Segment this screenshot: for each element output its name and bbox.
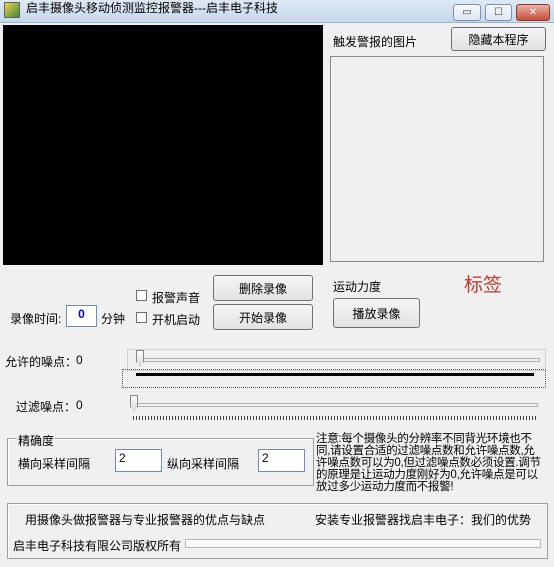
comparison-link[interactable]: 用摄像头做报警器与专业报警器的优点与缺点 — [25, 511, 265, 528]
window-title: 启丰摄像头移动侦测监控报警器---启丰电子科技 — [26, 1, 278, 15]
motion-strength-label: 运动力度 — [333, 280, 382, 294]
record-time-label: 录像时间: — [10, 312, 62, 326]
status-progress-bar — [185, 539, 541, 548]
vertical-sampling-label: 纵向采样间隔 — [167, 457, 240, 471]
close-icon: ✕ — [528, 7, 538, 18]
filter-noise-thumb[interactable] — [130, 395, 138, 411]
delete-recording-button[interactable]: 删除录像 — [213, 275, 313, 301]
alarm-picture-label: 触发警报的图片 — [333, 35, 418, 49]
allowed-noise-label: 允许的噪点： — [5, 355, 78, 369]
allowed-noise-track — [137, 358, 540, 362]
motion-level-bar-frame — [122, 369, 546, 388]
record-time-input[interactable]: 0 — [66, 305, 97, 327]
filter-noise-ticks — [133, 416, 537, 420]
autostart-checkbox[interactable] — [136, 312, 147, 323]
alarm-sound-checkbox[interactable] — [136, 290, 147, 301]
filter-noise-value: 0 — [76, 398, 83, 412]
camera-preview — [3, 25, 323, 265]
autostart-label: 开机启动 — [152, 313, 201, 327]
maximize-button[interactable]: ☐ — [485, 4, 512, 21]
usage-note: 注意:每个摄像头的分辨率不同背光环境也不同,请设置合适的过滤噪点数和允许噪点数,… — [316, 433, 541, 493]
maximize-icon: ☐ — [494, 7, 503, 18]
advantages-link[interactable]: 安装专业报警器找启丰电子：我们的优势 — [315, 511, 531, 528]
precision-group-label: 精确度 — [17, 432, 56, 449]
record-time-unit: 分钟 — [101, 312, 126, 326]
hide-program-button[interactable]: 隐藏本程序 — [451, 27, 546, 51]
copyright-text: 启丰电子科技有限公司版权所有 — [13, 539, 182, 553]
vertical-sampling-input[interactable]: 2 — [258, 449, 305, 472]
filter-noise-label: 过滤噪点： — [16, 400, 77, 414]
filter-noise-track — [131, 403, 538, 407]
close-button[interactable]: ✕ — [516, 4, 550, 21]
tag-label: 标签 — [464, 275, 503, 296]
alarm-sound-label: 报警声音 — [152, 291, 201, 305]
app-icon — [4, 2, 20, 18]
minimize-button[interactable]: ▭ — [453, 4, 481, 21]
horizontal-sampling-label: 横向采样间隔 — [18, 457, 91, 471]
horizontal-sampling-input[interactable]: 2 — [115, 449, 162, 472]
alarm-picture-box — [330, 56, 544, 262]
allowed-noise-value: 0 — [76, 353, 83, 367]
play-recording-button[interactable]: 播放录像 — [333, 298, 420, 328]
motion-level-bar — [136, 373, 534, 376]
start-recording-button[interactable]: 开始录像 — [213, 304, 313, 330]
minimize-icon: ▭ — [462, 7, 472, 18]
